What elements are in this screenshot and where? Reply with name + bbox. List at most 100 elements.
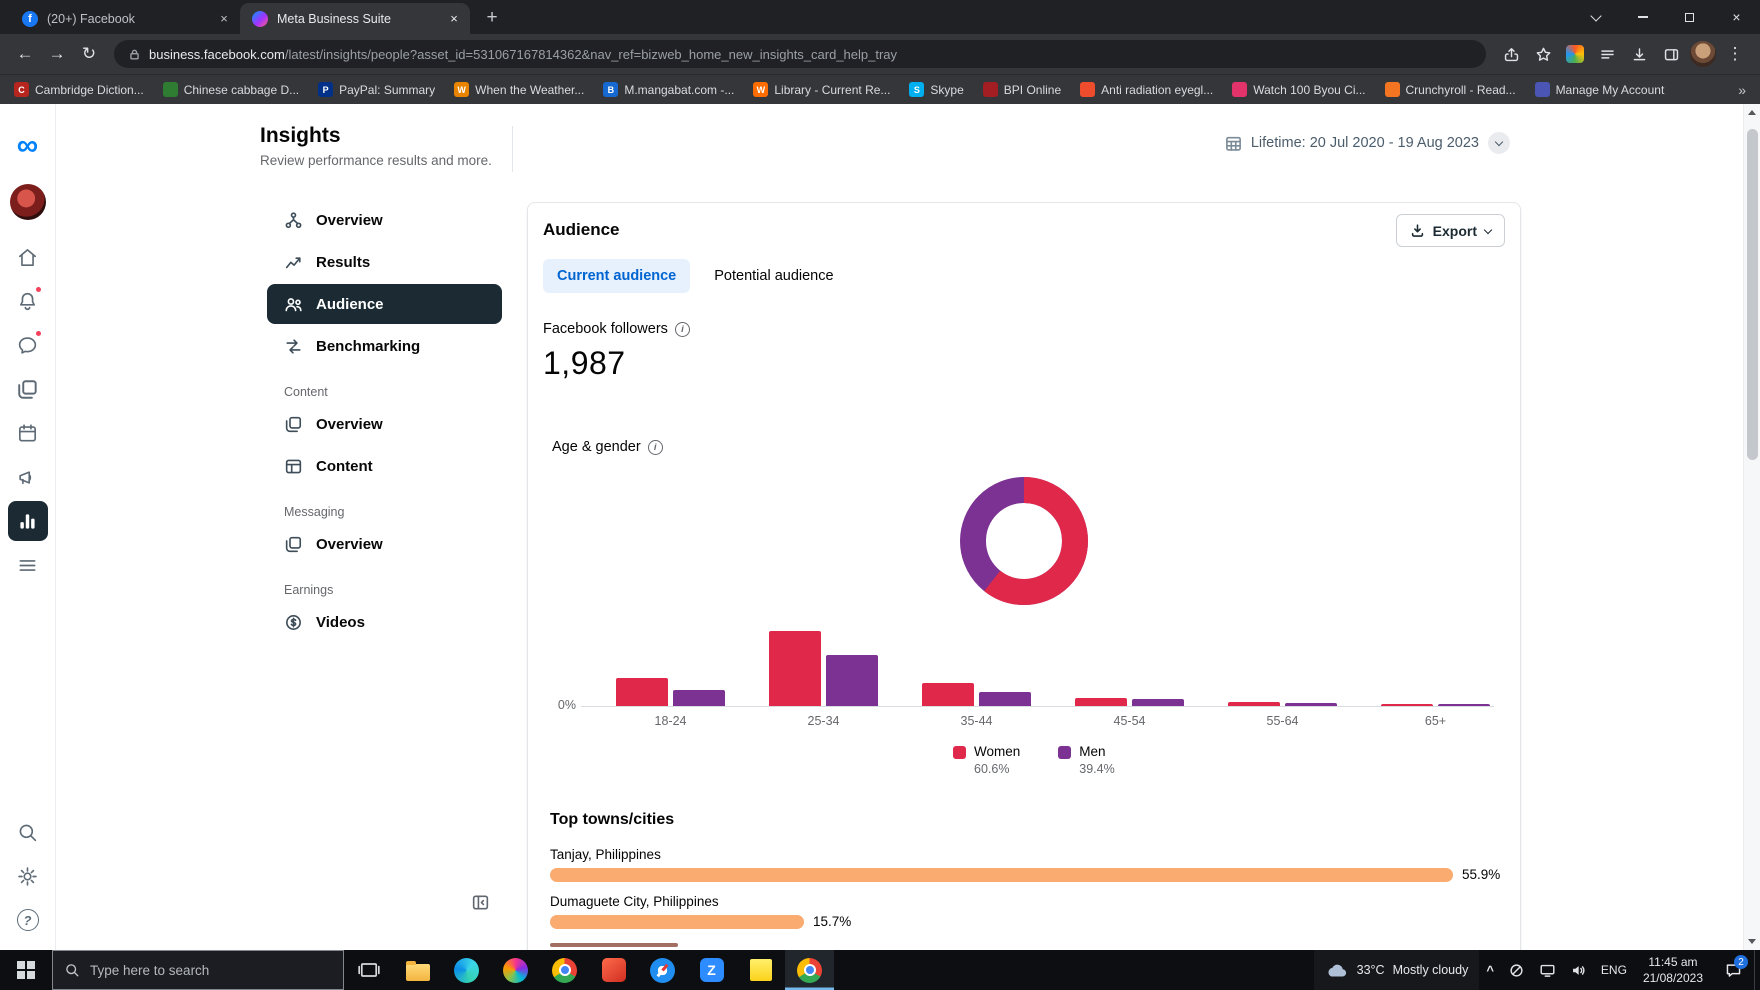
scrollbar-thumb[interactable] <box>1747 129 1758 460</box>
close-button[interactable]: × <box>1713 0 1760 34</box>
megaphone-icon <box>16 466 39 489</box>
tab-close-icon[interactable]: × <box>216 11 232 27</box>
nav-item-content[interactable]: Content <box>267 446 502 486</box>
tab-close-icon[interactable]: × <box>446 11 462 27</box>
taskbar-search-input[interactable]: Type here to search <box>52 950 344 990</box>
scroll-up-arrow[interactable] <box>1744 104 1760 121</box>
share-icon[interactable] <box>1496 39 1526 69</box>
maximize-button[interactable] <box>1666 0 1713 34</box>
rail-ads-button[interactable] <box>8 457 48 497</box>
rail-all-tools-button[interactable] <box>8 545 48 585</box>
rail-planner-button[interactable] <box>8 413 48 453</box>
page-scrollbar[interactable] <box>1743 104 1760 950</box>
url-text: business.facebook.com/latest/insights/pe… <box>149 47 897 62</box>
action-center-button[interactable]: 2 <box>1712 950 1754 990</box>
info-icon[interactable]: i <box>647 439 663 455</box>
browser-menu-icon[interactable]: ⋮ <box>1720 39 1750 69</box>
sticky-notes-taskbar-button[interactable] <box>736 950 785 990</box>
profile-avatar-button[interactable] <box>1688 39 1718 69</box>
app-colorful-taskbar-button[interactable] <box>491 950 540 990</box>
bar-men-45-54 <box>1132 699 1184 706</box>
cloud-icon <box>1325 962 1349 979</box>
nav-item-audience[interactable]: Audience <box>267 284 502 324</box>
side-panel-icon[interactable] <box>1656 39 1686 69</box>
safari-taskbar-button[interactable] <box>638 950 687 990</box>
bar-women-45-54 <box>1075 698 1127 706</box>
bar-men-35-44 <box>979 692 1031 706</box>
app-red-taskbar-button[interactable] <box>589 950 638 990</box>
rail-notifications-button[interactable] <box>8 281 48 321</box>
weather-widget[interactable]: 33°C Mostly cloudy <box>1313 950 1480 990</box>
nav-item-overview[interactable]: Overview <box>267 524 502 564</box>
screen: f (20+) Facebook × Meta Business Suite × + ×… <box>0 0 1760 990</box>
tray-display-icon[interactable] <box>1532 950 1563 990</box>
minimize-button[interactable] <box>1619 0 1666 34</box>
reload-button[interactable]: ↻ <box>74 39 104 69</box>
nav-section-label: Earnings <box>284 583 334 597</box>
forward-button[interactable]: → <box>42 39 72 69</box>
tab-potential-audience[interactable]: Potential audience <box>700 259 847 293</box>
back-button[interactable]: ← <box>10 39 40 69</box>
nav-item-benchmarking[interactable]: Benchmarking <box>267 326 502 366</box>
language-indicator[interactable]: ENG <box>1594 950 1634 990</box>
chevron-down-icon <box>1483 225 1493 234</box>
tab-search-button[interactable] <box>1572 0 1619 34</box>
rail-settings-button[interactable] <box>8 856 48 896</box>
page-avatar[interactable] <box>9 184 46 220</box>
show-desktop-button[interactable] <box>1754 950 1760 990</box>
taskbar-clock[interactable]: 11:45 am 21/08/2023 <box>1634 954 1712 986</box>
rail-content-button[interactable] <box>8 369 48 409</box>
info-icon[interactable]: i <box>674 321 690 337</box>
legend-women: Women 60.6% <box>953 744 1020 776</box>
export-button[interactable]: Export <box>1395 214 1505 247</box>
tray-volume-icon[interactable] <box>1563 950 1594 990</box>
more-bookmarks-chevron[interactable]: » <box>1738 82 1746 98</box>
rail-home-button[interactable] <box>8 237 48 277</box>
legend-swatch <box>1058 746 1072 759</box>
tray-status-icon[interactable] <box>1501 950 1532 990</box>
weather-temp: 33°C <box>1356 963 1385 977</box>
chrome-taskbar-button[interactable] <box>785 950 834 990</box>
date-range-selector[interactable]: Lifetime: 20 Jul 2020 - 19 Aug 2023 <box>1225 132 1510 154</box>
rail-inbox-button[interactable] <box>8 325 48 365</box>
downloads-icon[interactable] <box>1624 39 1654 69</box>
scroll-down-arrow[interactable] <box>1744 933 1760 950</box>
rail-search-button[interactable] <box>8 812 48 852</box>
nav-item-label: Benchmarking <box>316 337 421 355</box>
age-labels: 18-24 25-34 35-44 45-54 55-64 65+ <box>594 714 1512 728</box>
city-value: 15.7% <box>813 914 852 929</box>
tab-current-audience[interactable]: Current audience <box>543 259 691 293</box>
reading-list-icon[interactable] <box>1592 39 1622 69</box>
nav-item-label: Overview <box>316 211 383 229</box>
page-title: Insights <box>260 124 341 147</box>
hidden-icons-chevron[interactable]: ^ <box>1479 950 1501 990</box>
age-category-label: 35-44 <box>960 714 993 728</box>
nav-item-overview[interactable]: Overview <box>267 200 502 240</box>
bookmark-star-icon[interactable] <box>1528 39 1558 69</box>
facebook-favicon: f <box>22 10 38 27</box>
file-explorer-taskbar-button[interactable] <box>393 950 442 990</box>
legend-swatch <box>953 746 966 759</box>
city-name: Dumaguete City, Philippines <box>550 894 719 909</box>
clipped-text-sliver <box>550 943 678 947</box>
nav-item-videos[interactable]: Videos <box>267 602 502 642</box>
address-bar[interactable]: business.facebook.com/latest/insights/pe… <box>114 40 1486 68</box>
chrome-taskbar-button[interactable] <box>540 950 589 990</box>
nav-item-overview[interactable]: Overview <box>267 404 502 444</box>
task-view-taskbar-button[interactable] <box>344 950 393 990</box>
new-tab-button[interactable]: + <box>478 4 506 32</box>
browser-tab[interactable]: Meta Business Suite × <box>240 3 470 34</box>
browser-tab[interactable]: f (20+) Facebook × <box>10 3 240 34</box>
cities-title: Top towns/cities <box>550 811 675 828</box>
rail-insights-button[interactable] <box>7 501 48 541</box>
insights-page: Insights Review performance results and … <box>56 104 1743 950</box>
rail-help-button[interactable]: ? <box>8 900 48 940</box>
insights-nav: Overview Results Audience Benchmarking Conte… <box>267 200 502 644</box>
meta-logo[interactable]: ∞ <box>17 130 38 162</box>
collapse-sidebar-button[interactable] <box>468 890 492 914</box>
zoom-taskbar-button[interactable]: Z <box>687 950 736 990</box>
nav-item-results[interactable]: Results <box>267 242 502 282</box>
start-button[interactable] <box>0 950 52 990</box>
edge-taskbar-button[interactable] <box>442 950 491 990</box>
extension-icon[interactable] <box>1560 39 1590 69</box>
